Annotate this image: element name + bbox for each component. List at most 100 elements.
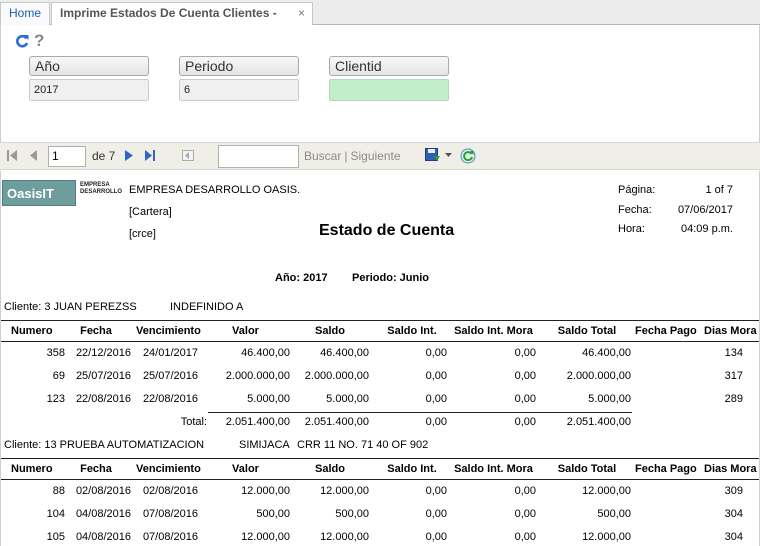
report-period: Periodo: Junio bbox=[352, 272, 429, 284]
help-icon[interactable]: ? bbox=[34, 32, 44, 49]
table-header: Numero Fecha Vencimiento Valor Saldo Saldo In… bbox=[1, 458, 759, 480]
refresh-icon[interactable] bbox=[15, 34, 29, 48]
cell-fecha: 04/08/2016 bbox=[75, 508, 131, 520]
column-header-saldo-int: Saldo Int. bbox=[387, 463, 437, 475]
cell-saldo-total: 2.000.000,00 bbox=[566, 370, 631, 382]
cell-saldo-total: 5.000,00 bbox=[588, 393, 631, 405]
cell-dias-mora: 289 bbox=[724, 393, 743, 405]
cell-vencimiento: 07/08/2016 bbox=[142, 508, 198, 520]
client-city: SIMIJACA bbox=[239, 439, 290, 451]
table-row[interactable]: 358 22/12/2016 24/01/2017 46.400,00 46.400,0… bbox=[1, 343, 759, 365]
cell-valor: 46.400,00 bbox=[241, 347, 290, 359]
cell-fecha: 02/08/2016 bbox=[75, 485, 131, 497]
cell-numero: 104 bbox=[46, 508, 65, 520]
cell-numero: 123 bbox=[46, 393, 65, 405]
cell-dias-mora: 317 bbox=[724, 370, 743, 382]
cell-saldo-int: 0,00 bbox=[425, 508, 447, 520]
column-header-fecha-pago: Fecha Pago bbox=[635, 325, 697, 337]
page-number-input[interactable]: 1 bbox=[48, 146, 86, 167]
cell-valor: 12.000,00 bbox=[241, 531, 290, 543]
column-header-saldo-total: Saldo Total bbox=[557, 325, 617, 337]
cell-numero: 88 bbox=[52, 485, 65, 497]
report-code: [crce] bbox=[129, 228, 156, 240]
param-period-input[interactable]: 6 bbox=[179, 79, 299, 101]
param-clientid-input[interactable] bbox=[329, 79, 449, 101]
cell-saldo-total: 500,00 bbox=[597, 508, 631, 520]
refresh-report-icon[interactable] bbox=[460, 148, 476, 164]
table-row[interactable]: 105 04/08/2016 07/08/2016 12.000,00 12.000,0… bbox=[1, 527, 759, 546]
table-row[interactable]: 104 04/08/2016 07/08/2016 500,00 500,00 0,00 0… bbox=[1, 504, 759, 526]
cell-saldo-int-mora: 0,00 bbox=[514, 531, 536, 543]
cell-numero: 358 bbox=[46, 347, 65, 359]
column-header-saldo-total: Saldo Total bbox=[557, 463, 617, 475]
search-link[interactable]: Buscar bbox=[304, 149, 341, 163]
column-header-valor: Valor bbox=[232, 325, 259, 337]
client-header: Cliente: 13 PRUEBA AUTOMATIZACION bbox=[4, 439, 205, 451]
param-label-period: Periodo bbox=[179, 56, 299, 76]
cell-valor: 2.000.000,00 bbox=[225, 370, 290, 382]
cell-saldo-int-mora: 0,00 bbox=[514, 508, 536, 520]
next-link[interactable]: Siguiente bbox=[350, 149, 400, 163]
cell-dias-mora: 134 bbox=[724, 347, 743, 359]
next-page-icon[interactable] bbox=[125, 150, 133, 161]
tab-bar: Home Imprime Estados De Cuenta Clientes … bbox=[0, 0, 760, 41]
table-header: Numero Fecha Vencimiento Valor Saldo Saldo In… bbox=[1, 320, 759, 342]
logo-subtitle-line1: EMPRESA bbox=[80, 182, 110, 188]
tab-estados-cuenta[interactable]: Imprime Estados De Cuenta Clientes -[cre… bbox=[51, 2, 313, 41]
total-saldo-int-mora: 0,00 bbox=[514, 416, 536, 428]
cell-saldo-total: 12.000,00 bbox=[582, 531, 631, 543]
column-header-dias-mora: Dias Mora bbox=[704, 463, 757, 475]
cell-vencimiento: 24/01/2017 bbox=[142, 347, 198, 359]
search-links: Buscar | Siguiente bbox=[304, 149, 401, 163]
first-page-icon[interactable] bbox=[7, 150, 18, 161]
export-save-icon[interactable] bbox=[425, 148, 441, 163]
time-label: Hora: bbox=[618, 223, 645, 235]
param-year-input[interactable]: 2017 bbox=[29, 79, 149, 101]
previous-page-icon[interactable] bbox=[30, 150, 38, 161]
tab-home-label: Home bbox=[9, 6, 42, 20]
cell-dias-mora: 304 bbox=[724, 531, 743, 543]
date-value: 07/06/2017 bbox=[677, 204, 733, 216]
cell-saldo-int-mora: 0,00 bbox=[514, 370, 536, 382]
last-page-icon[interactable] bbox=[145, 150, 156, 161]
table-row[interactable]: 123 22/08/2016 22/08/2016 5.000,00 5.000,00 0… bbox=[1, 389, 759, 411]
company-logo: OasisIT bbox=[2, 180, 76, 206]
column-header-fecha-pago: Fecha Pago bbox=[635, 463, 697, 475]
close-icon[interactable]: × bbox=[298, 3, 305, 24]
table-row[interactable]: 88 02/08/2016 02/08/2016 12.000,00 12.000,00… bbox=[1, 481, 759, 503]
cell-fecha: 22/12/2016 bbox=[75, 347, 131, 359]
client-header: Cliente: 3 JUAN PEREZSS bbox=[4, 301, 137, 313]
cell-valor: 12.000,00 bbox=[241, 485, 290, 497]
tab-home[interactable]: Home bbox=[0, 2, 50, 25]
parameters-panel: ? Año 2017 Periodo 6 Clientid bbox=[0, 25, 760, 142]
total-saldo-int: 0,00 bbox=[425, 416, 447, 428]
cell-saldo-int: 0,00 bbox=[425, 347, 447, 359]
cell-fecha: 25/07/2016 bbox=[75, 370, 131, 382]
cell-numero: 105 bbox=[46, 531, 65, 543]
search-input[interactable] bbox=[218, 145, 299, 168]
column-header-saldo: Saldo bbox=[315, 325, 345, 337]
export-dropdown-icon[interactable] bbox=[445, 153, 452, 157]
client-city: INDEFINIDO A bbox=[170, 301, 244, 313]
cell-vencimiento: 07/08/2016 bbox=[142, 531, 198, 543]
cell-saldo: 2.000.000,00 bbox=[304, 370, 369, 382]
client-address: CRR 11 NO. 71 40 OF 902 bbox=[297, 439, 429, 451]
cell-saldo: 12.000,00 bbox=[320, 531, 369, 543]
param-label-clientid: Clientid bbox=[329, 56, 449, 76]
page-value: 1 of 7 bbox=[705, 184, 733, 196]
cell-valor: 5.000,00 bbox=[247, 393, 290, 405]
cell-saldo-int-mora: 0,00 bbox=[514, 485, 536, 497]
cell-saldo: 5.000,00 bbox=[326, 393, 369, 405]
column-header-saldo-int-mora: Saldo Int. Mora bbox=[454, 325, 533, 337]
back-to-parent-icon[interactable] bbox=[182, 150, 194, 161]
cell-vencimiento: 25/07/2016 bbox=[142, 370, 198, 382]
column-header-valor: Valor bbox=[232, 463, 259, 475]
column-header-dias-mora: Dias Mora bbox=[704, 325, 757, 337]
column-header-vencimiento: Vencimiento bbox=[136, 463, 201, 475]
cell-saldo-int: 0,00 bbox=[425, 485, 447, 497]
total-label: Total: bbox=[180, 416, 207, 428]
cell-saldo-int-mora: 0,00 bbox=[514, 347, 536, 359]
total-saldo-total: 2.051.400,00 bbox=[566, 416, 631, 428]
table-row[interactable]: 69 25/07/2016 25/07/2016 2.000.000,00 2.000.… bbox=[1, 366, 759, 388]
report-content: OasisIT EMPRESA DESARROLLO EMPRESA DESAR… bbox=[0, 171, 760, 546]
